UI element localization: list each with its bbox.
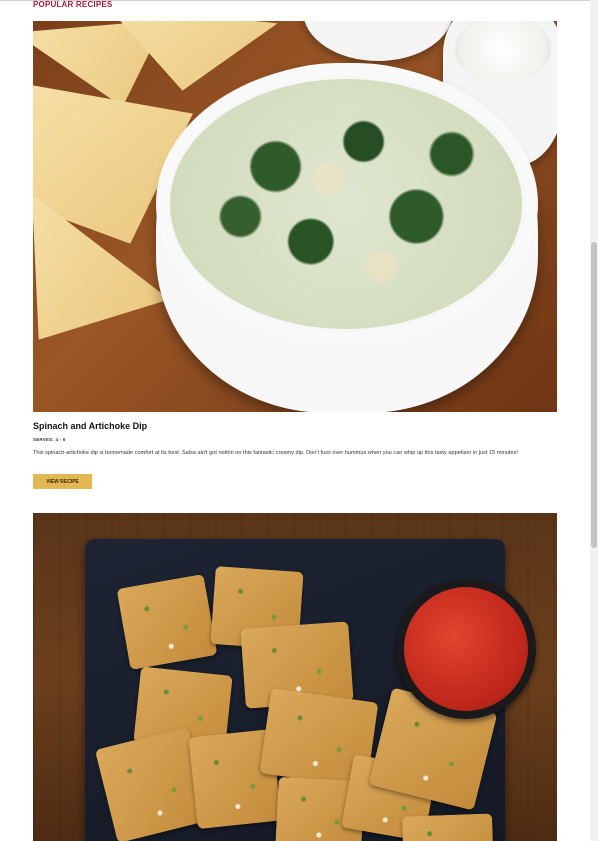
ramekin xyxy=(303,21,453,61)
recipe-description: This spinach-artichoke dip is homemade c… xyxy=(33,450,518,456)
serving-tray xyxy=(85,539,536,841)
recipe-serves: SERVES: 4 - 6 xyxy=(33,437,66,442)
scrollbar-thumb[interactable] xyxy=(591,242,597,548)
marinara-cup xyxy=(396,579,536,719)
ravioli xyxy=(401,813,495,841)
dip-bowl xyxy=(156,63,538,412)
recipe-image-toasted-ravioli[interactable] xyxy=(33,513,557,841)
ravioli xyxy=(116,573,218,671)
section-title: POPULAR RECIPES xyxy=(33,0,113,9)
sour-cream xyxy=(455,21,551,84)
scrollbar[interactable] xyxy=(590,0,598,841)
recipe-image-spinach-dip[interactable] xyxy=(33,21,557,412)
marinara-sauce xyxy=(404,587,528,711)
recipe-title[interactable]: Spinach and Artichoke Dip xyxy=(33,421,147,431)
view-recipe-button[interactable]: VIEW RECIPE xyxy=(33,474,92,489)
bowl-rim xyxy=(156,63,538,345)
